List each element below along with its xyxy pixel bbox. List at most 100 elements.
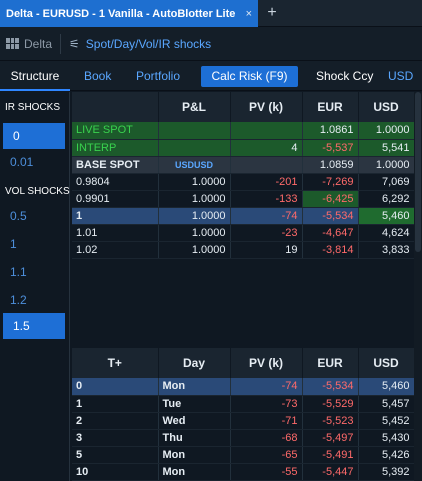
table-cell: -7,269 — [302, 173, 359, 191]
table-cell: 1 — [72, 207, 159, 225]
table-cell: -73 — [230, 395, 303, 413]
table-cell: -5,534 — [302, 378, 359, 396]
tab-portfolio[interactable]: Portfolio — [136, 61, 180, 91]
column-header[interactable]: USD — [358, 348, 415, 378]
ir-shock-item[interactable]: 0.01 — [0, 149, 66, 175]
table-cell — [230, 156, 303, 174]
table-cell: 0 — [72, 378, 159, 396]
table-cell — [158, 139, 231, 157]
table-cell: 0.9901 — [72, 190, 159, 208]
table-row[interactable]: 1.01 1.0000 -23 -4,647 4,624 — [72, 224, 415, 242]
table-cell: 1.01 — [72, 224, 159, 242]
table-cell — [158, 122, 231, 140]
table-row[interactable]: 0.9804 1.0000 -201 -7,269 7,069 — [72, 173, 415, 191]
table-row[interactable]: INTERP 4 -5,537 5,541 — [72, 139, 415, 157]
table-cell: 1.0000 — [158, 241, 231, 259]
column-header[interactable] — [72, 92, 159, 122]
table-row[interactable]: 1.02 1.0000 19 -3,814 3,833 — [72, 241, 415, 259]
table-row[interactable]: 2 Wed -71 -5,523 5,452 — [72, 412, 415, 430]
table-cell: Mon — [158, 446, 231, 464]
table-row[interactable]: 1 1.0000 -74 -5,534 5,460 — [72, 207, 415, 225]
shock-panel: IR SHOCKS 0 0.01 VOL SHOCKS 0.5 1 1.1 1.… — [0, 92, 70, 481]
shock-ccy-select[interactable]: USD — [388, 61, 413, 91]
time-ladder-table: T+ Day PV (k) EUR USD 0 Mon -74 -5,534 5,460… — [72, 348, 415, 481]
table-row[interactable]: 3 Thu -68 -5,497 5,430 — [72, 429, 415, 447]
table-cell: -5,491 — [302, 446, 359, 464]
vertical-scrollbar[interactable] — [414, 92, 422, 481]
view-nav: Structure Book Portfolio Calc Risk (F9) … — [0, 61, 422, 91]
table-row[interactable]: BASE SPOT USDUSD 1.0859 1.0000 — [72, 156, 415, 174]
table-cell: 5,460 — [358, 378, 415, 396]
table-row[interactable]: 10 Mon -55 -5,447 5,392 — [72, 463, 415, 481]
table-cell: 4 — [230, 139, 303, 157]
ir-shock-item[interactable]: 0 — [3, 123, 65, 149]
table-cell: 3 — [72, 429, 159, 447]
table-cell: 1.0000 — [158, 224, 231, 242]
delta-view-button[interactable]: Delta — [6, 37, 52, 51]
new-tab-button[interactable]: + — [262, 3, 282, 23]
grid-icon — [6, 38, 19, 49]
table-cell: -74 — [230, 378, 303, 396]
column-header[interactable]: T+ — [72, 348, 159, 378]
table-cell: -65 — [230, 446, 303, 464]
table-cell: -5,529 — [302, 395, 359, 413]
table-cell: 19 — [230, 241, 303, 259]
table-row[interactable]: 1 Tue -73 -5,529 5,457 — [72, 395, 415, 413]
table-cell: -71 — [230, 412, 303, 430]
table-cell: -3,814 — [302, 241, 359, 259]
table-cell: 1.02 — [72, 241, 159, 259]
vol-shock-item[interactable]: 1.1 — [0, 259, 66, 285]
tab-title: Delta - EURUSD - 1 Vanilla - AutoBlotter… — [6, 7, 236, 20]
column-header[interactable]: EUR — [302, 348, 359, 378]
table-cell: 1.0000 — [358, 122, 415, 140]
calc-risk-button[interactable]: Calc Risk (F9) — [201, 66, 298, 87]
column-header[interactable]: PV (k) — [230, 92, 303, 122]
shocks-view-button[interactable]: ⚟ Spot/Day/Vol/IR shocks — [69, 37, 211, 51]
table-cell: 2 — [72, 412, 159, 430]
table-cell: Wed — [158, 412, 231, 430]
table-cell: 5,460 — [358, 207, 415, 225]
table-cell: 1 — [72, 395, 159, 413]
table-cell: Thu — [158, 429, 231, 447]
table-row[interactable]: LIVE SPOT 1.0861 1.0000 — [72, 122, 415, 140]
table-header-row: P&L PV (k) EUR USD — [72, 92, 415, 122]
table-cell: 5,541 — [358, 139, 415, 157]
column-header[interactable]: Day — [158, 348, 231, 378]
table-row[interactable]: 5 Mon -65 -5,491 5,426 — [72, 446, 415, 464]
table-cell: 1.0000 — [358, 156, 415, 174]
table-cell: 4,624 — [358, 224, 415, 242]
table-cell: -74 — [230, 207, 303, 225]
column-header[interactable]: P&L — [158, 92, 231, 122]
vol-shock-item[interactable]: 0.5 — [0, 203, 66, 229]
vol-shock-item[interactable]: 1.2 — [0, 287, 66, 313]
table-cell: 0.9804 — [72, 173, 159, 191]
vol-shock-item[interactable]: 1.5 — [3, 313, 65, 339]
table-cell: 7,069 — [358, 173, 415, 191]
table-row[interactable]: 0.9901 1.0000 -133 -6,425 6,292 — [72, 190, 415, 208]
column-header[interactable]: USD — [358, 92, 415, 122]
document-tab[interactable]: Delta - EURUSD - 1 Vanilla - AutoBlotter… — [0, 0, 258, 27]
table-cell: -55 — [230, 463, 303, 481]
table-cell: 1.0000 — [158, 173, 231, 191]
column-header[interactable]: PV (k) — [230, 348, 303, 378]
table-gap — [72, 262, 414, 348]
table-cell: 1.0000 — [158, 190, 231, 208]
table-row[interactable]: 0 Mon -74 -5,534 5,460 — [72, 378, 415, 396]
table-cell: -5,537 — [302, 139, 359, 157]
table-cell: -23 — [230, 224, 303, 242]
tab-strip: Delta - EURUSD - 1 Vanilla - AutoBlotter… — [0, 0, 422, 27]
scrollbar-thumb[interactable] — [415, 92, 421, 252]
close-tab-icon[interactable]: × — [246, 8, 252, 20]
tab-book[interactable]: Book — [84, 61, 111, 91]
tab-structure[interactable]: Structure — [0, 61, 70, 91]
vol-shock-item[interactable]: 1 — [0, 231, 66, 257]
table-cell: -6,425 — [302, 190, 359, 208]
table-cell: BASE SPOT — [72, 156, 159, 174]
column-header[interactable]: EUR — [302, 92, 359, 122]
table-cell: -5,447 — [302, 463, 359, 481]
table-cell: -201 — [230, 173, 303, 191]
table-cell: -4,647 — [302, 224, 359, 242]
delta-label: Delta — [24, 36, 53, 51]
table-cell: Mon — [158, 378, 231, 396]
table-cell: 5 — [72, 446, 159, 464]
